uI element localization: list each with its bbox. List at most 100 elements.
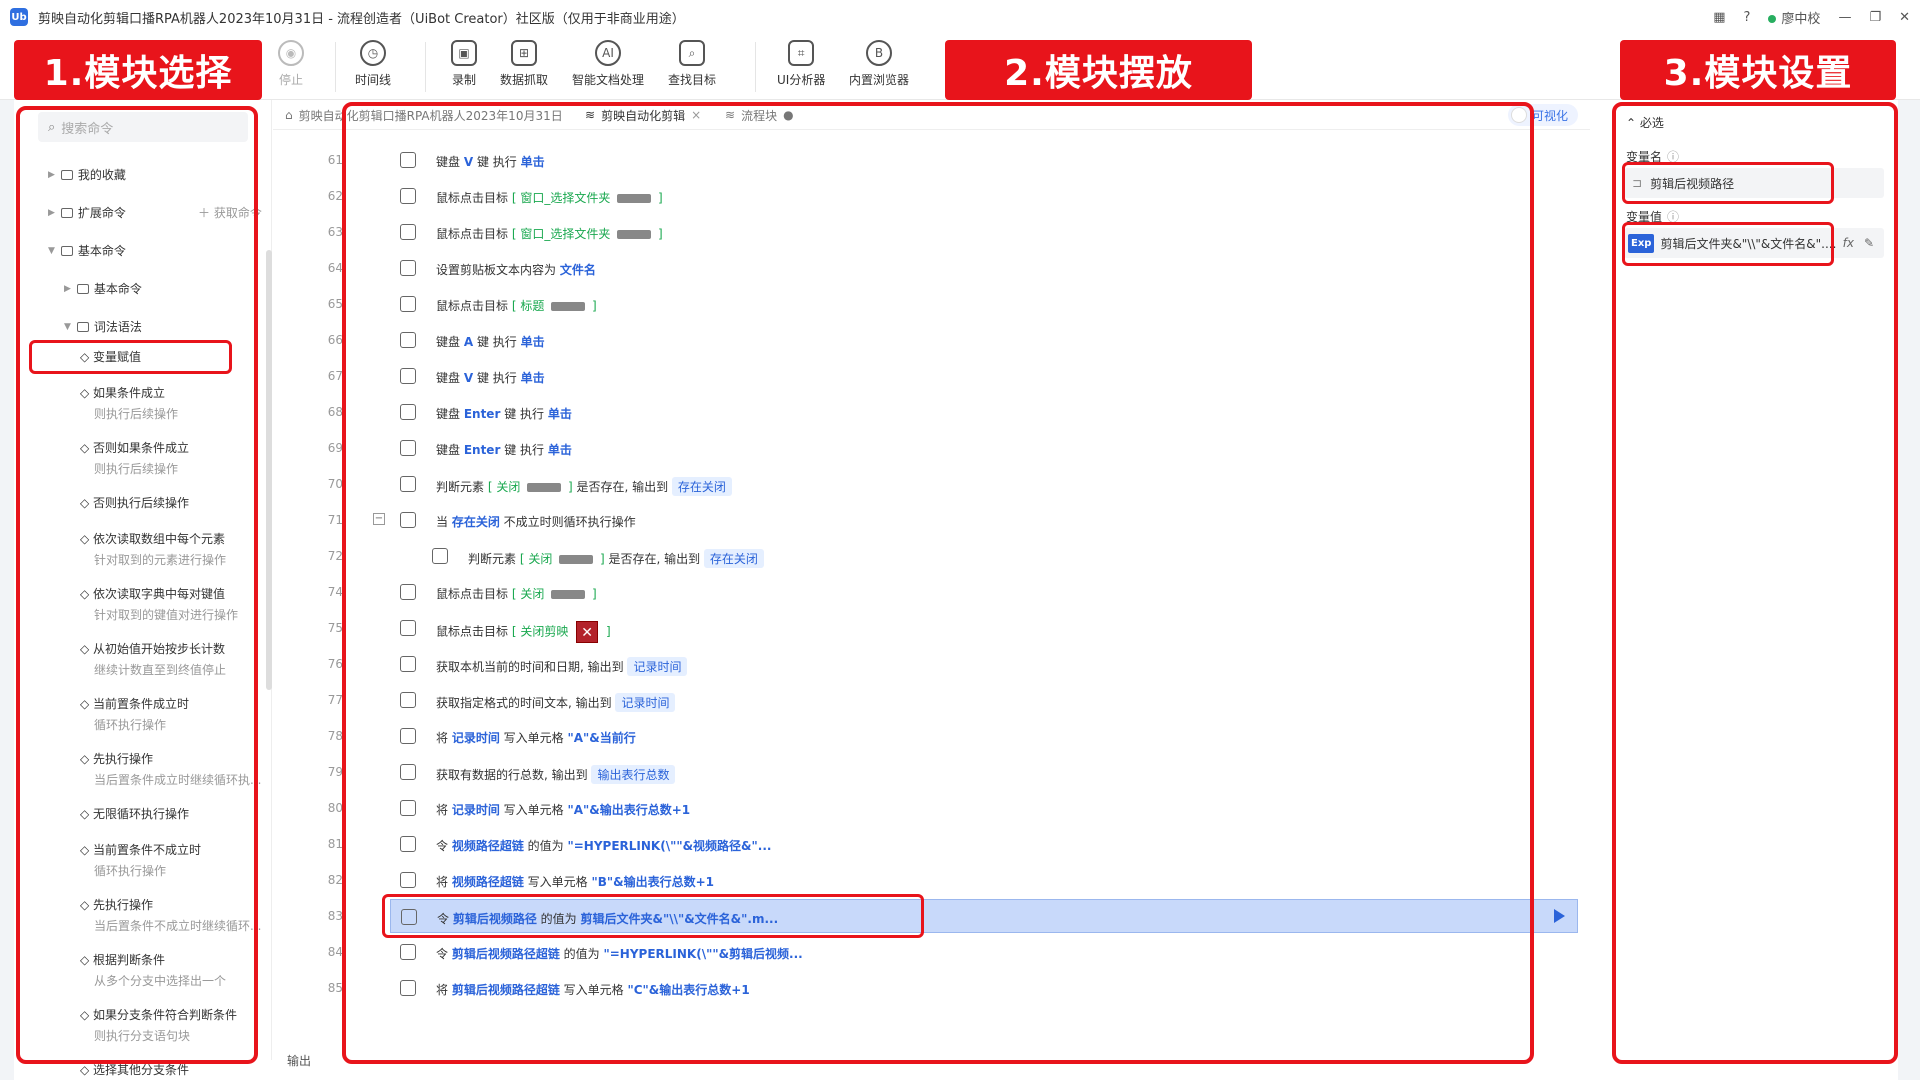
command-item[interactable]: ◇ 如果分支条件符合判断条件 则执行分支语句块 — [80, 1006, 237, 1044]
record-button[interactable]: ▣ 录制 — [451, 40, 477, 88]
flow-line[interactable]: 83 令 剪辑后视频路径 的值为 剪辑后文件夹&"\\"&文件名&".m... — [273, 898, 1590, 934]
command-card[interactable]: 鼠标点击目标 [ 标题 ] — [390, 287, 1578, 321]
command-card[interactable]: 鼠标点击目标 [ 窗口_选择文件夹 ] — [390, 179, 1578, 213]
flow-line[interactable]: 77 获取指定格式的时间文本, 输出到 记录时间 — [273, 682, 1590, 718]
data-scrape-button[interactable]: ⊞ 数据抓取 — [500, 40, 548, 88]
flow-line[interactable]: 62 鼠标点击目标 [ 窗口_选择文件夹 ] — [273, 178, 1590, 214]
command-card[interactable]: 键盘 Enter 键 执行 单击 — [390, 395, 1578, 429]
command-card[interactable]: 判断元素 [ 关闭 ] 是否存在, 输出到 存在关闭 — [390, 467, 1578, 501]
help-icon[interactable]: ? — [1744, 10, 1751, 25]
flow-line[interactable]: 80 将 记录时间 写入单元格 "A"&输出表行总数+1 — [273, 790, 1590, 826]
command-card[interactable]: 键盘 A 键 执行 单击 — [390, 323, 1578, 357]
tree-syntax[interactable]: ▼ 词法语法 — [64, 318, 142, 335]
tree-extensions[interactable]: ▶ 扩展命令 ＋ 获取命令 — [48, 204, 268, 221]
var-value-field[interactable]: Exp 剪辑后文件夹&"\\"&文件名&".... fx ✎ — [1624, 228, 1884, 258]
close-icon[interactable]: ✕ — [1899, 10, 1910, 25]
command-card[interactable]: 令 剪辑后视频路径超链 的值为 "=HYPERLINK(\""&剪辑后视频... — [390, 935, 1578, 969]
stop-button[interactable]: ◉ 停止 — [278, 40, 304, 88]
command-item[interactable]: ◇ 无限循环执行操作 — [80, 805, 189, 822]
flow-line[interactable]: 68 键盘 Enter 键 执行 单击 — [273, 394, 1590, 430]
browser-button[interactable]: B 内置浏览器 — [849, 40, 909, 88]
flow-line[interactable]: 64 设置剪贴板文本内容为 文件名 — [273, 250, 1590, 286]
tab-main-flow[interactable]: ⌂ 剪映自动化剪辑口播RPA机器人2023年10月31日 — [285, 100, 563, 130]
tree-favorites[interactable]: ▶ 我的收藏 — [48, 166, 126, 183]
flow-line[interactable]: 66 键盘 A 键 执行 单击 — [273, 322, 1590, 358]
flow-line[interactable]: 63 鼠标点击目标 [ 窗口_选择文件夹 ] — [273, 214, 1590, 250]
command-item[interactable]: ◇ 如果条件成立 则执行后续操作 — [80, 384, 178, 422]
output-panel-label[interactable]: 输出 — [287, 1052, 311, 1069]
minimize-icon[interactable]: — — [1838, 10, 1851, 25]
command-item[interactable]: ◇ 先执行操作 当后置条件成立时继续循环执... — [80, 750, 261, 788]
ui-analyzer-button[interactable]: ⌗ UI分析器 — [777, 40, 825, 88]
visual-toggle[interactable]: 可视化 — [1508, 104, 1578, 126]
required-section[interactable]: ⌃ 必选 — [1626, 114, 1664, 131]
user-menu[interactable]: 廖中校 — [1768, 8, 1820, 27]
flow-line[interactable]: 72 判断元素 [ 关闭 ] 是否存在, 输出到 存在关闭 — [273, 538, 1590, 574]
command-item[interactable]: ◇ 从初始值开始按步长计数 继续计数直至到终值停止 — [80, 640, 226, 678]
command-card[interactable]: 将 视频路径超链 写入单元格 "B"&输出表行总数+1 — [390, 863, 1578, 897]
flow-line[interactable]: 79 获取有数据的行总数, 输出到 输出表行总数 — [273, 754, 1590, 790]
close-tab-icon[interactable]: × — [691, 108, 701, 122]
command-card[interactable]: 获取指定格式的时间文本, 输出到 记录时间 — [390, 683, 1578, 717]
command-card[interactable]: 将 剪辑后视频路径超链 写入单元格 "C"&输出表行总数+1 — [390, 971, 1578, 1005]
find-target-button[interactable]: ⌕ 查找目标 — [668, 40, 716, 88]
edit-icon[interactable]: ✎ — [1864, 236, 1874, 250]
get-commands-link[interactable]: ＋ 获取命令 — [198, 204, 262, 221]
command-item[interactable]: ◇ 依次读取数组中每个元素 针对取到的元素进行操作 — [80, 530, 226, 568]
command-card[interactable]: 键盘 V 键 执行 单击 — [390, 359, 1578, 393]
command-item[interactable]: ◇ 当前置条件不成立时 循环执行操作 — [80, 841, 201, 879]
collapse-icon[interactable]: − — [373, 513, 385, 525]
command-item[interactable]: ◇ 选择其他分支条件 — [80, 1061, 189, 1078]
command-card[interactable]: 判断元素 [ 关闭 ] 是否存在, 输出到 存在关闭 — [422, 539, 1578, 573]
command-card[interactable]: 将 记录时间 写入单元格 "A"&输出表行总数+1 — [390, 791, 1578, 825]
command-card[interactable]: 键盘 Enter 键 执行 单击 — [390, 431, 1578, 465]
command-item[interactable]: ◇ 变量赋值 — [80, 348, 141, 365]
tab-edit-flow[interactable]: ≋ 剪映自动化剪辑 × — [585, 100, 701, 130]
run-line-icon[interactable] — [1554, 909, 1565, 923]
flow-line[interactable]: 76 获取本机当前的时间和日期, 输出到 记录时间 — [273, 646, 1590, 682]
command-item[interactable]: ◇ 否则如果条件成立 则执行后续操作 — [80, 439, 189, 477]
command-card[interactable]: 设置剪贴板文本内容为 文件名 — [390, 251, 1578, 285]
layout-icon[interactable]: ▦ — [1713, 10, 1725, 25]
command-card[interactable]: 获取有数据的行总数, 输出到 输出表行总数 — [390, 755, 1578, 789]
exp-badge[interactable]: Exp — [1628, 233, 1655, 253]
command-card[interactable]: 获取本机当前的时间和日期, 输出到 记录时间 — [390, 647, 1578, 681]
command-card[interactable]: 当 存在关闭 不成立时则循环执行操作 — [390, 503, 1578, 537]
command-item[interactable]: ◇ 否则执行后续操作 — [80, 494, 189, 511]
flow-line[interactable]: 71 − 当 存在关闭 不成立时则循环执行操作 — [273, 502, 1590, 538]
idp-button[interactable]: AI 智能文档处理 — [572, 40, 644, 88]
command-card[interactable]: 鼠标点击目标 [ 窗口_选择文件夹 ] — [390, 215, 1578, 249]
command-card[interactable]: 令 视频路径超链 的值为 "=HYPERLINK(\""&视频路径&"... — [390, 827, 1578, 861]
command-card[interactable]: 键盘 V 键 执行 单击 — [390, 143, 1578, 177]
command-card[interactable]: 鼠标点击目标 [ 关闭剪映 ✕ ] — [390, 611, 1578, 645]
restore-icon[interactable]: ❐ — [1869, 10, 1881, 25]
search-input[interactable]: ⌕ 搜索命令 — [38, 112, 248, 142]
fx-icon[interactable]: fx — [1843, 236, 1854, 250]
flow-line[interactable]: 82 将 视频路径超链 写入单元格 "B"&输出表行总数+1 — [273, 862, 1590, 898]
flow-line[interactable]: 74 鼠标点击目标 [ 关闭 ] — [273, 574, 1590, 610]
var-name-field[interactable]: ⊐ 剪辑后视频路径 — [1624, 168, 1884, 198]
flow-line[interactable]: 84 令 剪辑后视频路径超链 的值为 "=HYPERLINK(\""&剪辑后视频.… — [273, 934, 1590, 970]
scrollbar[interactable] — [266, 250, 272, 690]
flow-line[interactable]: 75 鼠标点击目标 [ 关闭剪映 ✕ ] — [273, 610, 1590, 646]
tree-basic-sub[interactable]: ▶ 基本命令 — [64, 280, 142, 297]
flow-line[interactable]: 85 将 剪辑后视频路径超链 写入单元格 "C"&输出表行总数+1 — [273, 970, 1590, 1006]
command-item[interactable]: ◇ 当前置条件成立时 循环执行操作 — [80, 695, 189, 733]
flow-line[interactable]: 78 将 记录时间 写入单元格 "A"&当前行 — [273, 718, 1590, 754]
flow-line[interactable]: 70 判断元素 [ 关闭 ] 是否存在, 输出到 存在关闭 — [273, 466, 1590, 502]
command-item[interactable]: ◇ 根据判断条件 从多个分支中选择出一个 — [80, 951, 226, 989]
tree-basic[interactable]: ▼ 基本命令 — [48, 242, 126, 259]
flow-line[interactable]: 81 令 视频路径超链 的值为 "=HYPERLINK(\""&视频路径&"... — [273, 826, 1590, 862]
chevron-right-icon: ▶ — [48, 169, 55, 180]
command-card[interactable]: 鼠标点击目标 [ 关闭 ] — [390, 575, 1578, 609]
timeline-button[interactable]: ◷ 时间线 — [355, 40, 391, 88]
flow-line[interactable]: 61 键盘 V 键 执行 单击 — [273, 142, 1590, 178]
command-card[interactable]: 令 剪辑后视频路径 的值为 剪辑后文件夹&"\\"&文件名&".m... — [390, 899, 1578, 933]
command-card[interactable]: 将 记录时间 写入单元格 "A"&当前行 — [390, 719, 1578, 753]
flow-line[interactable]: 67 键盘 V 键 执行 单击 — [273, 358, 1590, 394]
command-item[interactable]: ◇ 依次读取字典中每对键值 针对取到的键值对进行操作 — [80, 585, 238, 623]
tab-flow-block[interactable]: ≋ 流程块 ● — [725, 100, 794, 130]
flow-line[interactable]: 65 鼠标点击目标 [ 标题 ] — [273, 286, 1590, 322]
command-item[interactable]: ◇ 先执行操作 当后置条件不成立时继续循环... — [80, 896, 261, 934]
flow-line[interactable]: 69 键盘 Enter 键 执行 单击 — [273, 430, 1590, 466]
